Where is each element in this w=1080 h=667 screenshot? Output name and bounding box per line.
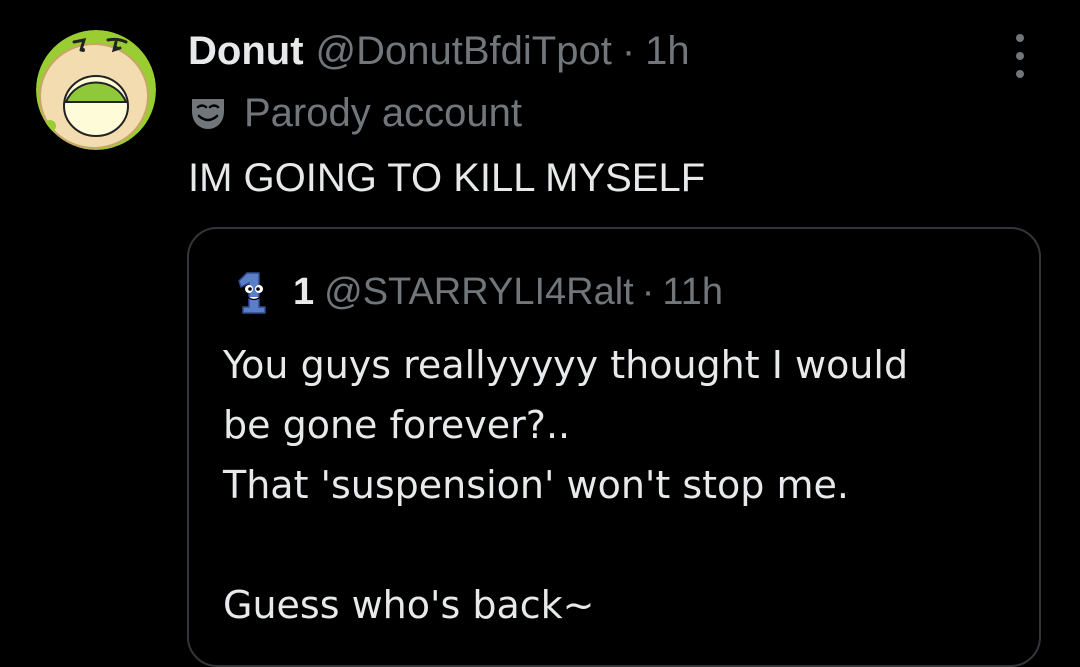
display-name[interactable]: Donut [188,26,304,76]
more-dot [1016,52,1024,60]
quoted-text-line: You guys reallyyyyy thought I would [223,343,909,387]
tweet-header: Donut @DonutBfdiTpot · 1h [188,26,690,76]
tweet: Donut @DonutBfdiTpot · 1h Parody account… [0,0,1080,667]
quoted-tweet-header: 1 @STARRYLI4Ralt · 11h [229,267,723,317]
quoted-text-line: Guess who's back~ [223,583,595,627]
header-separator: · [621,29,636,73]
more-dot [1016,70,1024,78]
parody-label-text: Parody account [244,90,522,135]
parody-mask-icon [192,99,224,129]
parody-label: Parody account [188,88,522,138]
donut-avatar[interactable] [36,30,156,150]
more-dot [1016,34,1024,42]
quoted-tweet-text: You guys reallyyyyy thought I would be g… [223,335,908,635]
quoted-text-line: be gone forever?.. [223,403,571,447]
quoted-tweet-card[interactable]: 1 @STARRYLI4Ralt · 11h You guys reallyyy… [187,227,1041,667]
user-handle[interactable]: @DonutBfdiTpot [316,26,612,76]
one-character-avatar-icon[interactable] [229,267,279,317]
quoted-user-handle[interactable]: @STARRYLI4Ralt [324,271,634,314]
more-options-icon[interactable] [1004,34,1036,78]
quoted-display-name[interactable]: 1 [293,271,314,314]
tweet-text: IM GOING TO KILL MYSELF [188,156,706,200]
quoted-header-separator: · [641,270,655,313]
quoted-tweet-timestamp[interactable]: 11h [662,271,723,314]
quoted-text-line [223,515,908,575]
donut-character-avatar-icon [36,30,156,150]
tweet-timestamp[interactable]: 1h [645,26,690,76]
quoted-text-line: That 'suspension' won't stop me. [223,463,849,507]
